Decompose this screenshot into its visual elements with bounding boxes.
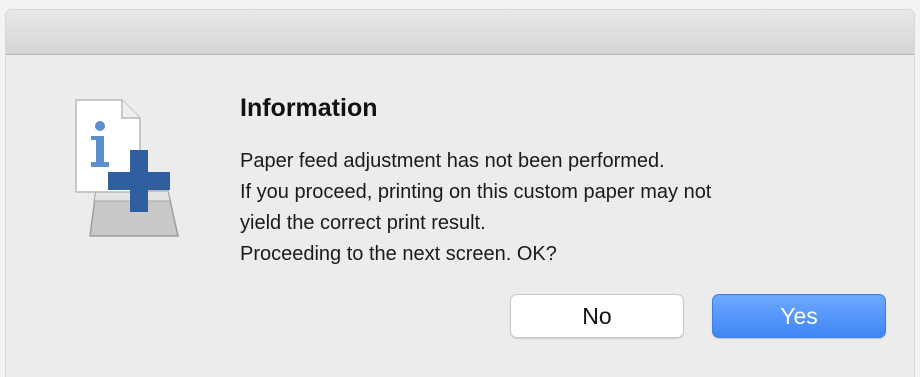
information-dialog: Information Paper feed adjustment has no… <box>6 10 914 377</box>
paper-feed-info-icon <box>66 96 196 246</box>
message-line: Proceeding to the next screen. OK? <box>240 243 557 265</box>
message-line: yield the correct print result. <box>240 212 486 234</box>
yes-button[interactable]: Yes <box>712 294 886 338</box>
dialog-message: Paper feed adjustment has not been perfo… <box>240 146 880 270</box>
no-button[interactable]: No <box>510 294 684 338</box>
message-line: If you proceed, printing on this custom … <box>240 181 712 203</box>
window-titlebar[interactable] <box>6 10 914 55</box>
message-line: Paper feed adjustment has not been perfo… <box>240 150 665 172</box>
dialog-title: Information <box>240 94 378 122</box>
